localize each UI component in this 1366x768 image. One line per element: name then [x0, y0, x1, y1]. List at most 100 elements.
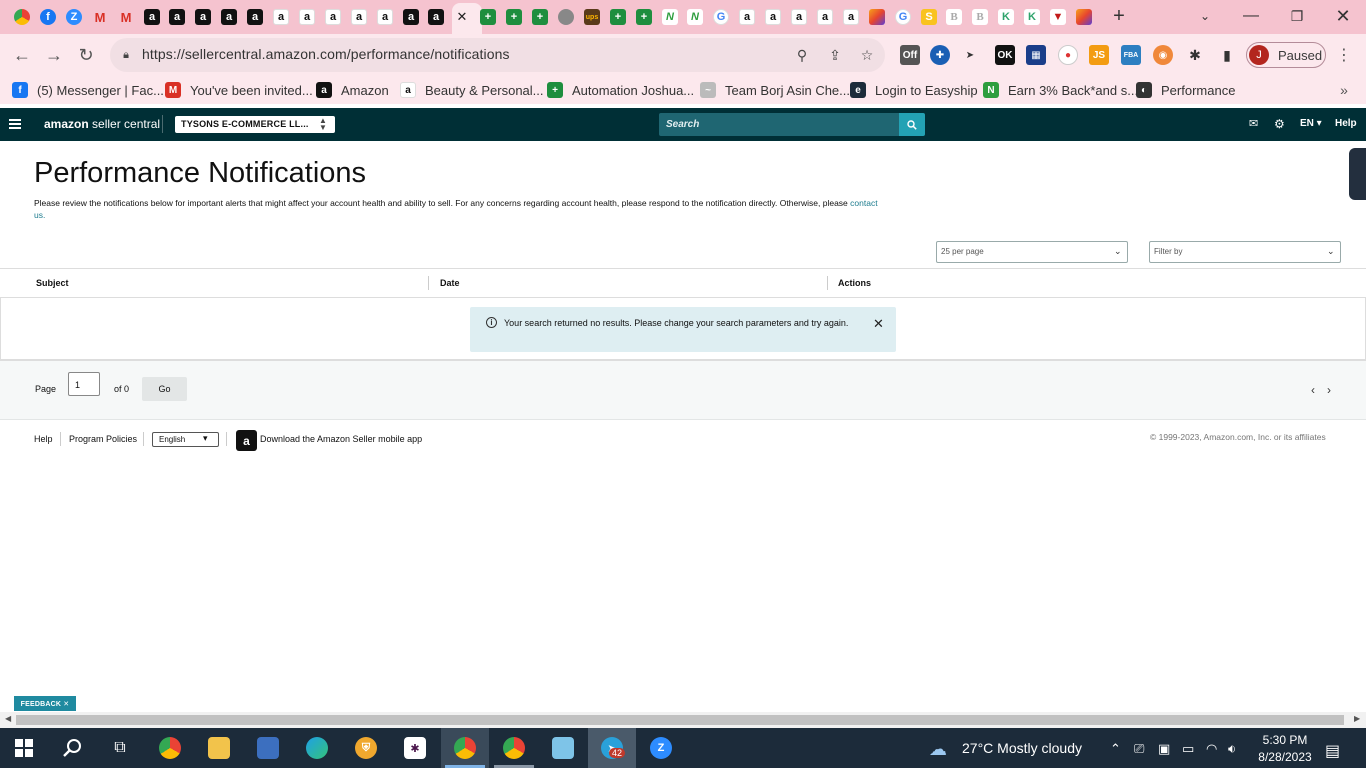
- bookmark-item[interactable]: M You've been invited...: [165, 82, 313, 98]
- bookmark-item[interactable]: ◐ Performance: [1136, 82, 1235, 98]
- extensions-puzzle-icon[interactable]: ✱: [1185, 45, 1205, 65]
- store-name[interactable]: TYSONS E-COMMERCE LL...: [181, 119, 309, 129]
- browser-tab[interactable]: a: [218, 6, 240, 28]
- weather-cloud-icon[interactable]: ☁: [929, 739, 947, 760]
- chrome-profile-icon[interactable]: [499, 733, 529, 763]
- extension-icon[interactable]: ✚: [930, 45, 950, 65]
- page-number-value[interactable]: 1: [75, 380, 80, 390]
- side-panel-icon[interactable]: ▮: [1217, 45, 1237, 65]
- app-taskbar-icon[interactable]: [253, 733, 283, 763]
- footer-language-value[interactable]: English: [159, 435, 185, 444]
- chevron-down-icon[interactable]: ▾: [203, 433, 208, 444]
- program-policies-link[interactable]: Program Policies: [69, 434, 137, 444]
- browser-tab[interactable]: a: [425, 6, 447, 28]
- browser-tab[interactable]: a: [348, 6, 370, 28]
- browser-tab[interactable]: a: [244, 6, 266, 28]
- browser-tab[interactable]: B: [969, 6, 991, 28]
- volume-icon[interactable]: 🔉︎: [1228, 741, 1236, 757]
- close-window-icon[interactable]: ✕: [1330, 5, 1356, 27]
- bookmark-item[interactable]: ~ Team Borj Asin Che...: [700, 82, 850, 98]
- file-explorer-icon[interactable]: [204, 733, 234, 763]
- display-icon[interactable]: ▣: [1158, 741, 1170, 757]
- cursor-extension-icon[interactable]: ➤: [960, 45, 980, 65]
- chrome-profile-icon[interactable]: [450, 733, 480, 763]
- bookmark-item[interactable]: f (5) Messenger | Fac...: [12, 82, 164, 98]
- edge-icon[interactable]: [302, 733, 332, 763]
- bookmark-item[interactable]: + Automation Joshua...: [547, 82, 694, 98]
- go-button[interactable]: Go: [142, 377, 187, 401]
- bookmark-item[interactable]: e Login to Easyship: [850, 82, 978, 98]
- new-tab-icon[interactable]: +: [1106, 5, 1132, 27]
- browser-tab[interactable]: [555, 6, 577, 28]
- bookmark-item[interactable]: N Earn 3% Back*and s...: [983, 82, 1138, 98]
- browser-tab[interactable]: +: [529, 6, 551, 28]
- language-selector[interactable]: EN ▾: [1300, 118, 1322, 129]
- mail-icon[interactable]: ✉: [1249, 117, 1258, 130]
- browser-tab[interactable]: a: [814, 6, 836, 28]
- next-page-icon[interactable]: ›: [1327, 383, 1331, 397]
- share-icon[interactable]: ⇪: [826, 46, 844, 64]
- back-icon[interactable]: ←: [10, 43, 34, 67]
- seller-central-logo[interactable]: amazon seller central: [44, 117, 160, 131]
- weather-widget[interactable]: 27°C Mostly cloudy: [962, 740, 1082, 756]
- browser-tab[interactable]: a: [296, 6, 318, 28]
- browser-tab[interactable]: K: [995, 6, 1017, 28]
- browser-tab[interactable]: f: [37, 6, 59, 28]
- browser-tab[interactable]: S: [918, 6, 940, 28]
- search-placeholder[interactable]: Search: [666, 119, 699, 130]
- search-icon[interactable]: [57, 733, 87, 763]
- browser-tab[interactable]: N: [684, 6, 706, 28]
- browser-tab[interactable]: a: [374, 6, 396, 28]
- browser-tab[interactable]: ▼: [1047, 6, 1069, 28]
- off-extension-icon[interactable]: Off: [900, 45, 920, 65]
- orange-extension-icon[interactable]: ◉: [1153, 45, 1173, 65]
- footer-help-link[interactable]: Help: [34, 434, 53, 444]
- side-panel-tab[interactable]: [1349, 148, 1366, 200]
- page-number-input[interactable]: [68, 372, 100, 396]
- browser-tab[interactable]: ups: [581, 6, 603, 28]
- search-button[interactable]: [899, 113, 925, 136]
- chrome-taskbar-icon[interactable]: [155, 733, 185, 763]
- pokeball-extension-icon[interactable]: ●: [1058, 45, 1078, 65]
- fba-extension-icon[interactable]: FBA: [1121, 45, 1141, 65]
- settings-gear-icon[interactable]: ⚙: [1274, 117, 1285, 131]
- browser-tab[interactable]: [1073, 6, 1095, 28]
- browser-tab[interactable]: a: [166, 6, 188, 28]
- notepad-icon[interactable]: [548, 733, 578, 763]
- browser-tab[interactable]: G: [892, 6, 914, 28]
- per-page-value[interactable]: 25 per page: [941, 247, 984, 256]
- browser-tab[interactable]: N: [659, 6, 681, 28]
- browser-tab[interactable]: a: [736, 6, 758, 28]
- browser-tab[interactable]: a: [762, 6, 784, 28]
- chevron-down-icon[interactable]: ⌄: [1327, 246, 1335, 257]
- browser-tab[interactable]: a: [400, 6, 422, 28]
- zoom-icon[interactable]: ⚲: [793, 46, 811, 64]
- browser-tab[interactable]: ✕: [451, 6, 473, 28]
- browser-tab[interactable]: K: [1021, 6, 1043, 28]
- scroll-right-icon[interactable]: ▶: [1354, 714, 1360, 723]
- bookmark-item[interactable]: a Amazon: [316, 82, 389, 98]
- feedback-button[interactable]: FEEDBACK ✕: [14, 696, 76, 711]
- amazon-app-icon[interactable]: a: [236, 430, 257, 451]
- browser-tab[interactable]: a: [788, 6, 810, 28]
- browser-tab[interactable]: a: [141, 6, 163, 28]
- store-selector-arrows-icon[interactable]: ▲ ▼: [319, 117, 327, 132]
- js-extension-icon[interactable]: JS: [1089, 45, 1109, 65]
- browser-tab[interactable]: +: [503, 6, 525, 28]
- profile-avatar[interactable]: J: [1249, 45, 1269, 65]
- close-alert-icon[interactable]: ✕: [873, 316, 884, 332]
- bookmark-item[interactable]: a Beauty & Personal...: [400, 82, 544, 98]
- restore-icon[interactable]: ❐: [1284, 5, 1310, 27]
- browser-tab[interactable]: [11, 6, 33, 28]
- system-clock[interactable]: 5:30 PM 8/28/2023: [1250, 732, 1320, 766]
- meet-now-icon[interactable]: ⎚: [1134, 741, 1144, 757]
- browser-tab[interactable]: B: [943, 6, 965, 28]
- notifications-icon[interactable]: ▤: [1325, 741, 1340, 761]
- browser-tab[interactable]: M: [115, 6, 137, 28]
- chevron-down-icon[interactable]: ⌄: [1114, 246, 1122, 257]
- task-view-icon[interactable]: ⧉: [105, 733, 135, 763]
- bookmark-star-icon[interactable]: ☆: [858, 46, 876, 64]
- help-link[interactable]: Help: [1335, 118, 1357, 129]
- windows-start-icon[interactable]: [9, 733, 39, 763]
- scrollbar-thumb[interactable]: [16, 715, 1344, 725]
